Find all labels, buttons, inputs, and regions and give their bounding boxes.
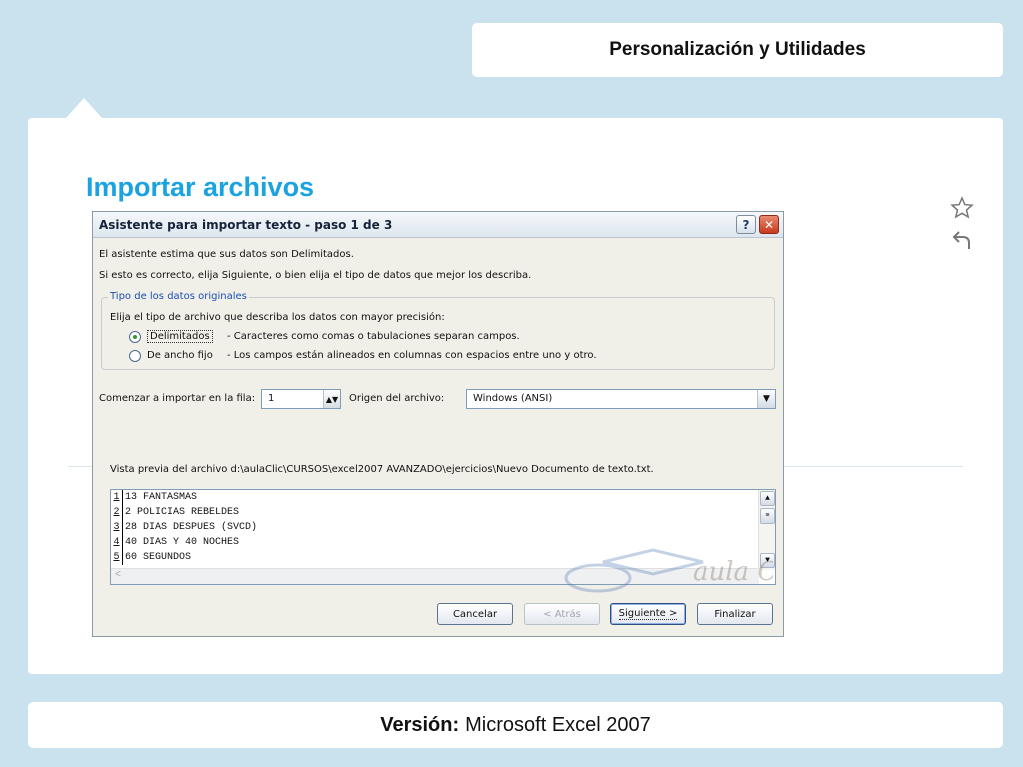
origin-select[interactable]: Windows (ANSI) ▼ <box>466 389 776 409</box>
preview-row-text: 28 DIAS DESPUES (SVCD) <box>125 522 258 533</box>
undo-icon[interactable] <box>950 228 974 252</box>
star-icon[interactable] <box>950 196 974 220</box>
next-button[interactable]: Siguiente > <box>610 603 686 625</box>
preview-row-number: 4 <box>111 535 123 550</box>
chevron-down-icon[interactable]: ▼ <box>757 390 775 408</box>
start-row-spinner[interactable]: ▲▼ <box>323 390 340 408</box>
group-prompt: Elija el tipo de archivo que describa lo… <box>110 312 445 323</box>
instruction-text: Si esto es correcto, elija Siguiente, o … <box>99 270 532 281</box>
finish-button[interactable]: Finalizar <box>697 603 773 625</box>
radio-delimited-label[interactable]: Delimitados <box>147 330 213 343</box>
preview-row: 2 2 POLICIAS REBELDES <box>111 505 775 520</box>
cancel-button[interactable]: Cancelar <box>437 603 513 625</box>
preview-row-number: 3 <box>111 520 123 535</box>
spinner-arrows-icon: ▲▼ <box>325 394 339 404</box>
side-icons <box>950 196 976 260</box>
start-row-label: Comenzar a importar en la fila: <box>99 393 256 404</box>
preview-row-text: 60 SEGUNDOS <box>125 552 192 563</box>
group-legend: Tipo de los datos originales <box>108 291 249 302</box>
scroll-up-icon[interactable]: ▲ <box>760 491 775 506</box>
page-title: Importar archivos <box>86 172 315 202</box>
radio-delimited[interactable] <box>129 331 141 343</box>
next-button-label: Siguiente > <box>618 608 678 620</box>
origin-label: Origen del archivo: <box>349 393 445 404</box>
preview-row-text: 2 POLICIAS REBELDES <box>125 507 240 518</box>
preview-row-number: 1 <box>111 490 123 505</box>
option-fixed-label[interactable]: De ancho fijo <box>147 350 213 361</box>
option-fixed-desc: - Los campos están alineados en columnas… <box>227 350 597 361</box>
option-delimited-label[interactable]: Delimitados <box>147 330 213 343</box>
header-title: Personalización y Utilidades <box>472 23 1003 77</box>
preview-row-text: 40 DIAS Y 40 NOCHES <box>125 537 240 548</box>
import-wizard-dialog: Asistente para importar texto - paso 1 d… <box>92 211 784 637</box>
footer-label: Versión: <box>380 713 460 736</box>
scroll-thumb[interactable]: ≡ <box>760 508 775 524</box>
preview-row-text: 13 FANTASMAS <box>125 492 198 503</box>
preview-row: 1 13 FANTASMAS <box>111 490 775 505</box>
dialog-titlebar: Asistente para importar texto - paso 1 d… <box>93 212 783 238</box>
close-button[interactable]: ✕ <box>759 215 779 234</box>
preview-row-number: 2 <box>111 505 123 520</box>
card-notch <box>66 98 102 118</box>
footer-value: Microsoft Excel 2007 <box>465 713 651 736</box>
dialog-title: Asistente para importar texto - paso 1 d… <box>99 217 393 232</box>
radio-fixed-width[interactable] <box>129 350 141 362</box>
option-delimited-desc: - Caracteres como comas o tabulaciones s… <box>227 331 520 342</box>
scroll-left-icon[interactable]: < <box>115 570 121 581</box>
back-button[interactable]: < Atrás <box>524 603 600 625</box>
aulaclic-watermark: aula Clic .com <box>564 548 773 593</box>
origin-value: Windows (ANSI) <box>473 393 553 404</box>
help-button[interactable]: ? <box>736 215 756 234</box>
watermark-text: aula Clic .com <box>693 557 773 587</box>
preview-label: Vista previa del archivo d:\aulaClic\CUR… <box>110 464 654 475</box>
footer-version: Versión: Microsoft Excel 2007 <box>28 702 1003 748</box>
preview-row-number: 5 <box>111 550 123 565</box>
data-type-group: Tipo de los datos originales Elija el ti… <box>101 291 775 370</box>
estimate-text: El asistente estima que sus datos son De… <box>99 249 354 260</box>
preview-row: 3 28 DIAS DESPUES (SVCD) <box>111 520 775 535</box>
